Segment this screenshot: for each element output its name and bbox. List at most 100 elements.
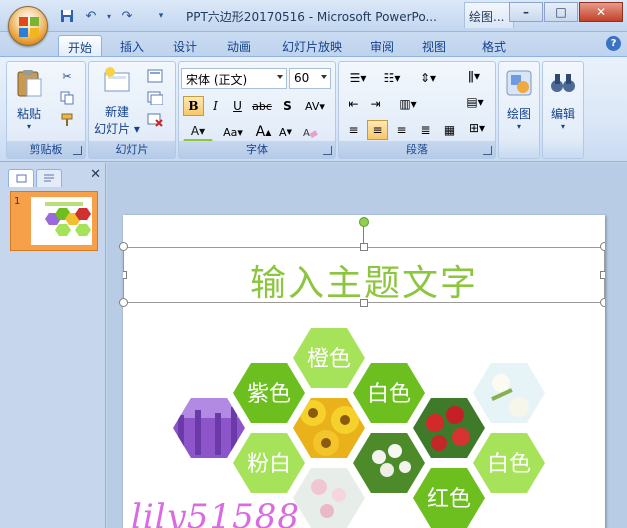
window-title: PPT六边形20170516 - Microsoft PowerPo... [186,10,437,24]
font-launcher-icon[interactable] [323,146,332,155]
customize-icon[interactable]: ▾ [150,6,172,26]
paragraph-launcher-icon[interactable] [483,146,492,155]
paste-button[interactable]: 粘贴 ▾ [11,68,47,131]
line-spacing-icon[interactable]: ⇕▾ [413,68,443,88]
resize-handle-bottom-right[interactable] [600,298,605,307]
close-button[interactable]: ✕ [579,2,623,22]
font-color-button[interactable]: A ▾ [183,122,213,142]
italic-button[interactable]: I [205,96,226,116]
font-size-combo[interactable]: 60 [289,68,331,89]
slides-group: 新建 幻灯片 ▾ 幻灯片 [88,61,176,159]
slide-number: 1 [14,196,21,207]
slide-canvas[interactable]: 橙色 紫色 白色 粉白 白色 红色 输入主题文字 lily51588 [123,215,605,528]
bold-button[interactable]: B [183,96,204,116]
numbering-icon[interactable]: ☷▾ [377,68,407,88]
slides-tab[interactable] [8,169,34,187]
decrease-indent-icon[interactable]: ⇤ [343,94,364,114]
justify-icon[interactable]: ≣ [415,120,436,140]
quick-access-toolbar: ↶ ▾ ↷ ▾ [56,6,172,26]
sunflower-photo-hexagon [293,398,365,458]
clear-formatting-icon[interactable]: A [299,122,320,142]
tab-animations[interactable]: 动画 [217,35,261,56]
delete-slide-icon[interactable] [145,110,165,130]
align-center-icon[interactable]: ≡ [367,120,388,140]
rotation-handle[interactable] [359,217,369,227]
editing-button[interactable]: 编辑 ▾ [545,68,581,131]
white-flower-photo-hexagon [353,433,425,493]
resize-handle-top-left[interactable] [119,242,128,251]
clipboard-launcher-icon[interactable] [73,146,82,155]
shadow-button[interactable]: S [277,96,298,116]
minimize-button[interactable]: – [509,2,543,22]
resize-handle-top-right[interactable] [600,242,605,251]
drawing-button[interactable]: 绘图 ▾ [501,68,537,131]
redo-icon[interactable]: ↷ [116,6,138,26]
bullets-icon[interactable]: ☰▾ [343,68,373,88]
new-slide-button[interactable]: 新建 幻灯片 ▾ [91,66,143,137]
office-button[interactable] [8,6,48,46]
drawing-group: 绘图 ▾ [498,61,540,159]
help-icon[interactable]: ? [606,36,621,51]
window-controls: – □ ✕ [509,2,623,22]
font-size-dropdown-icon[interactable] [321,75,327,79]
resize-handle-right[interactable] [600,271,605,279]
distributed-icon[interactable]: ▦ [439,120,460,140]
font-group: 宋体 (正文) 60 B I U abc S AV ▾ A ▾ Aa ▾ A ▲ A ▼ … [178,61,336,159]
shrink-font-button[interactable]: A ▼ [275,122,296,142]
paste-dropdown-icon: ▾ [26,122,31,131]
resize-handle-top[interactable] [360,243,368,251]
tab-view[interactable]: 视图 [412,35,456,56]
reset-icon[interactable] [145,88,165,108]
title-bar: ↶ ▾ ↷ ▾ PPT六边形20170516 - Microsoft Power… [0,0,627,46]
align-text-icon[interactable]: ▤▾ [461,92,489,112]
slides-pane: ✕ 1 [0,163,106,528]
align-right-icon[interactable]: ≡ [391,120,412,140]
drawing-dropdown-icon: ▾ [516,122,521,131]
new-slide-label-1: 新建 [104,105,129,119]
tab-design[interactable]: 设计 [163,35,207,56]
maximize-button[interactable]: □ [544,2,578,22]
title-placeholder[interactable]: 输入主题文字 [123,247,605,304]
copy-icon[interactable] [57,88,77,108]
strikethrough-button[interactable]: abc [249,96,275,116]
grow-font-button[interactable]: A ▲ [253,122,274,142]
paragraph-group: ☰▾ ☷▾ ⇕▾ ǁ▾ ⇤ ⇥ ▥▾ ▤▾ ≡ ≡ ≡ ≣ ▦ ⊞▾ 段落 [338,61,496,159]
increase-indent-icon[interactable]: ⇥ [365,94,386,114]
new-slide-label-2: 幻灯片 ▾ [94,122,140,136]
paragraph-group-label: 段落 [339,141,495,158]
layout-icon[interactable] [145,66,165,86]
format-painter-icon[interactable] [57,110,77,130]
undo-icon[interactable]: ↶ [80,6,102,26]
thumbnail-preview [45,202,91,236]
font-name-dropdown-icon[interactable] [277,75,283,79]
tab-insert[interactable]: 插入 [110,35,154,56]
undo-dropdown-icon[interactable]: ▾ [104,6,114,26]
character-spacing-button[interactable]: AV ▾ [301,96,329,116]
save-icon[interactable] [56,6,78,26]
tab-format[interactable]: 格式 [472,35,516,56]
slide-thumbnail[interactable] [10,191,98,251]
smartart-icon[interactable]: ⊞▾ [463,118,491,138]
change-case-button[interactable]: Aa ▾ [217,122,249,142]
tab-review[interactable]: 审阅 [360,35,404,56]
tab-slideshow[interactable]: 幻灯片放映 [274,35,350,56]
resize-handle-left[interactable] [123,271,127,279]
tab-home[interactable]: 开始 [58,35,102,56]
font-name-value: 宋体 (正文) [186,73,248,87]
watermark-text: lily51588 [131,497,300,528]
font-name-combo[interactable]: 宋体 (正文) [181,68,287,89]
underline-button[interactable]: U [227,96,248,116]
close-pane-icon[interactable]: ✕ [90,167,101,182]
outline-tab[interactable] [36,169,62,187]
text-direction-icon[interactable]: ǁ▾ [459,66,489,86]
drawing-tools-context-tab[interactable]: 绘图... [464,2,514,28]
slide-edit-area: 橙色 紫色 白色 粉白 白色 红色 输入主题文字 lily51588 [107,163,627,528]
editing-label: 编辑 [550,107,575,121]
align-left-icon[interactable]: ≡ [343,120,364,140]
columns-icon[interactable]: ▥▾ [393,94,423,114]
hexagon-label-purple: 紫色 [247,382,291,407]
resize-handle-bottom[interactable] [360,299,368,307]
resize-handle-bottom-left[interactable] [119,298,128,307]
cut-icon[interactable]: ✂ [57,66,77,86]
lavender-photo-hexagon [173,398,245,458]
